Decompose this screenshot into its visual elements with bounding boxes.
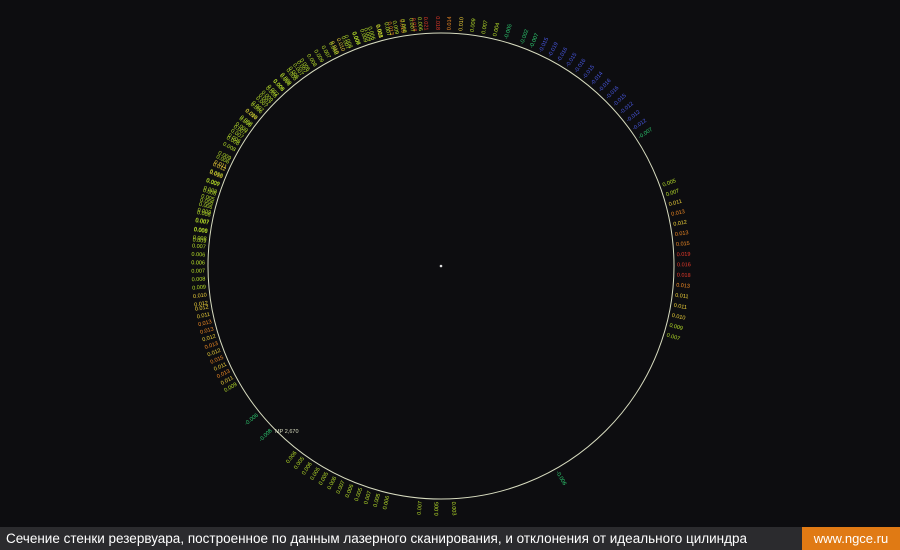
tank-center-point — [439, 264, 443, 268]
deviation-label: -0.002 — [519, 29, 530, 46]
deviation-label: -0.007 — [529, 33, 541, 50]
deviation-label: 0.008 — [191, 276, 205, 283]
deviation-label: 0.007 — [417, 501, 424, 515]
deviation-label: 0.004 — [492, 22, 501, 37]
deviation-label: 0.006 — [345, 484, 356, 499]
deviation-label: 0.018 — [434, 16, 440, 30]
deviation-label: 0.007 — [192, 243, 206, 250]
deviation-label: 0.013 — [671, 209, 686, 218]
deviation-label: 0.009 — [669, 323, 684, 332]
deviation-label: 0.011 — [673, 303, 687, 311]
deviation-label: 0.007 — [407, 18, 415, 32]
deviation-label: -0.006 — [244, 413, 260, 427]
deviation-label: 0.012 — [673, 220, 688, 228]
deviation-label: -0.008 — [258, 428, 273, 443]
deviation-label: 0.019 — [677, 252, 691, 259]
deviation-label: 0.006 — [191, 260, 205, 266]
deviation-label: 0.007 — [191, 268, 205, 274]
deviation-label: -0.007 — [638, 127, 654, 141]
deviation-label: 0.013 — [675, 230, 689, 238]
deviation-label: 0.015 — [676, 241, 690, 248]
deviation-label: 0.005 — [354, 487, 364, 502]
deviation-label: -0.015 — [538, 37, 550, 54]
deviation-label: 0.007 — [336, 480, 347, 495]
site-link[interactable]: www.ngce.ru — [802, 527, 900, 550]
deviation-label: 0.014 — [447, 16, 453, 30]
deviation-label: 0.007 — [195, 218, 210, 226]
deviation-label: 0.009 — [192, 284, 206, 291]
deviation-label: 0.006 — [382, 495, 391, 510]
deviation-label: -0.005 — [504, 23, 514, 40]
deviation-label: 0.010 — [193, 292, 207, 300]
deviation-label: 0.009 — [470, 18, 478, 32]
deviation-label: 0.018 — [677, 273, 691, 280]
deviation-label: 0.010 — [671, 313, 686, 322]
deviation-label: 0.005 — [373, 493, 382, 508]
marker-label: МР 2,670 — [275, 429, 299, 435]
deviation-label: 0.005 — [434, 502, 440, 516]
caption-text: Сечение стенки резервуара, построенное п… — [6, 531, 748, 546]
deviation-label: 0.007 — [665, 188, 680, 198]
diagram-area: 0.009 0.006 0.007 0.009 0.008 0.006 0.007 0.008… — [0, 0, 900, 522]
deviation-label: 0.016 — [677, 262, 691, 268]
deviation-label: 0.006 — [191, 252, 205, 259]
deviation-label: 0.007 — [363, 490, 373, 505]
deviation-label: 0.013 — [676, 283, 690, 290]
deviation-label: 0.005 — [662, 178, 677, 188]
deviation-label: 0.007 — [666, 333, 681, 343]
deviation-label: 0.010 — [458, 17, 465, 31]
tank-section-diagram: 0.0090.0060.0070.0090.0080.0060.0070.008… — [191, 16, 691, 516]
deviation-label: 0.011 — [675, 293, 689, 301]
deviation-label: 0.003 — [450, 502, 457, 516]
deviation-label: 0.011 — [668, 199, 682, 208]
deviation-label: 0.007 — [481, 20, 489, 35]
caption-bar: Сечение стенки резервуара, построенное п… — [0, 527, 900, 550]
deviation-label: -0.006 — [554, 470, 567, 487]
deviation-label: 0.006 — [416, 17, 423, 31]
